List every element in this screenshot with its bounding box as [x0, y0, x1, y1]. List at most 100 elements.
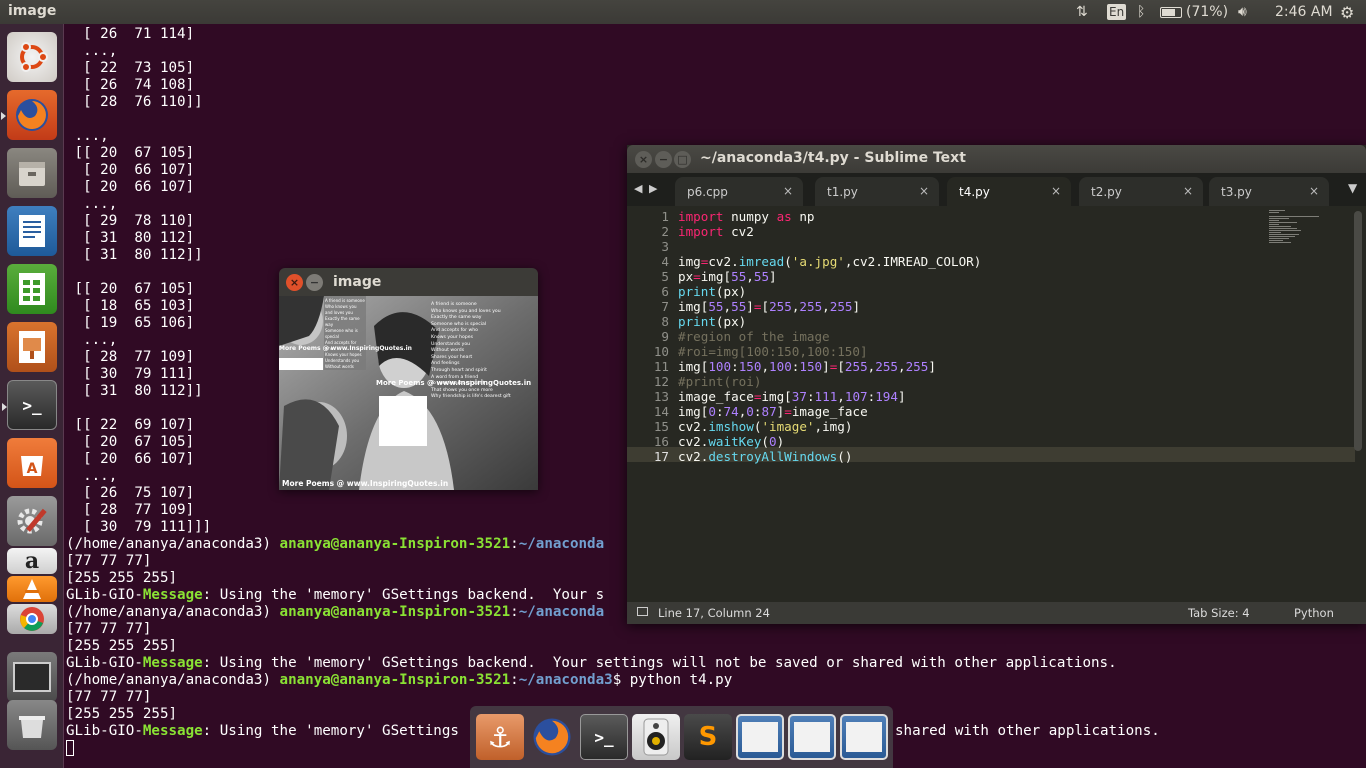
firefox-icon[interactable] [528, 714, 576, 760]
sublime-titlebar[interactable]: × − □ ~/anaconda3/t4.py - Sublime Text [627, 145, 1366, 173]
chrome-icon[interactable] [7, 604, 57, 634]
tab-t1-py[interactable]: t1.py × [815, 177, 939, 206]
code-line[interactable]: img[55,55]=[255,255,255] [678, 299, 860, 314]
tab-scroll-left-icon[interactable]: ◀ [634, 182, 642, 195]
tab-t2-py[interactable]: t2.py × [1079, 177, 1203, 206]
code-line[interactable]: cv2.waitKey(0) [678, 434, 784, 449]
tab-size-selector[interactable]: Tab Size: 4 [1188, 606, 1250, 620]
code-line[interactable]: import numpy as np [678, 209, 815, 224]
console-toggle-icon[interactable] [637, 607, 648, 616]
syntax-selector[interactable]: Python [1294, 606, 1334, 620]
line-number: 15 [653, 419, 669, 434]
code-line[interactable]: #print(roi) [678, 374, 761, 389]
calc-icon[interactable] [7, 264, 57, 314]
tab-t3-py[interactable]: t3.py × [1209, 177, 1329, 206]
close-icon[interactable]: × [635, 151, 652, 168]
tab-close-icon[interactable]: × [783, 184, 793, 198]
clock[interactable]: 2:46 AM [1275, 3, 1333, 21]
code-line[interactable]: px=img[55,55] [678, 269, 777, 284]
window-thumbnail-icon[interactable] [840, 714, 888, 760]
bluetooth-icon[interactable]: ᛒ [1137, 3, 1145, 21]
anchor-app-icon[interactable]: ⚓ [476, 714, 524, 760]
vertical-scrollbar[interactable] [1354, 211, 1362, 451]
tab-t4-py[interactable]: t4.py × [947, 177, 1071, 206]
line-number: 17 [653, 449, 669, 464]
terminal-icon[interactable]: >_ [580, 714, 628, 760]
dash-home-icon[interactable] [7, 32, 57, 82]
battery-indicator[interactable]: (71%) [1160, 3, 1228, 21]
minimize-icon[interactable]: − [655, 151, 672, 168]
trash-icon[interactable] [7, 700, 57, 750]
tab-close-icon[interactable]: × [1051, 184, 1061, 198]
top-panel: image ⇅ En ᛒ (71%) 🔊︎ 2:46 AM ⚙ [0, 0, 1366, 24]
code-line[interactable]: img[100:150,100:150]=[255,255,255] [678, 359, 936, 374]
minimap[interactable] [1267, 209, 1347, 249]
code-line[interactable]: #roi=img[100:150,100:150] [678, 344, 868, 359]
terminal-line: [ 31 80 112]] [66, 247, 203, 263]
terminal-line: [ 26 74 108] [66, 77, 195, 93]
terminal-line: [ 28 77 109] [66, 502, 195, 518]
terminal-line: [ 20 67 105] [66, 434, 195, 450]
line-number: 10 [653, 344, 669, 359]
line-number-gutter: 1 2 3 4 5 6 7 8 9 10 11 12 13 14 15 16 17 [627, 207, 673, 602]
poem-line: Through heart and spirit [431, 367, 487, 373]
code-line[interactable]: image_face=img[37:111,107:194] [678, 389, 906, 404]
firefox-icon[interactable] [1, 90, 57, 140]
sublime-text-window[interactable]: × − □ ~/anaconda3/t4.py - Sublime Text ◀… [627, 145, 1366, 624]
software-center-icon[interactable]: A [7, 438, 57, 488]
system-settings-icon[interactable] [7, 496, 57, 546]
code-line[interactable]: print(px) [678, 314, 746, 329]
app-switcher: ⚓ >_ S [470, 706, 893, 768]
code-line[interactable]: #region of the image [678, 329, 830, 344]
terminal-line: [[ 20 67 105] [66, 145, 195, 161]
maximize-icon[interactable]: □ [674, 151, 691, 168]
impress-icon[interactable] [7, 322, 57, 372]
tab-close-icon[interactable]: × [1309, 184, 1319, 198]
terminal-launcher-icon[interactable]: >_ [2, 380, 57, 430]
settings-gear-icon[interactable]: ⚙ [1340, 3, 1354, 22]
line-number: 1 [661, 209, 669, 224]
code-line[interactable]: img[0:74,0:87]=image_face [678, 404, 868, 419]
image-window-titlebar[interactable]: × − image [279, 268, 538, 296]
code-line[interactable]: cv2.destroyAllWindows() [678, 449, 852, 464]
workspace-switcher-icon[interactable] [7, 652, 57, 702]
photo-caption: More Poems @ www.InspiringQuotes.in [376, 379, 532, 387]
amazon-icon[interactable]: a [7, 548, 57, 574]
keyboard-layout-indicator[interactable]: En [1107, 3, 1127, 21]
line-number: 8 [661, 314, 669, 329]
close-icon[interactable]: × [286, 274, 303, 291]
window-thumbnail-icon[interactable] [736, 714, 784, 760]
writer-icon[interactable] [7, 206, 57, 256]
terminal-line: [ 20 66 107] [66, 162, 195, 178]
code-line[interactable]: import cv2 [678, 224, 754, 239]
terminal-line: [ 19 65 106] [66, 315, 195, 331]
volume-icon[interactable]: 🔊︎ [1238, 3, 1247, 21]
window-thumbnail-icon[interactable] [788, 714, 836, 760]
poem-line: Exactly the same way [325, 316, 360, 327]
speaker-app-icon[interactable] [632, 714, 680, 760]
tab-list-dropdown-icon[interactable]: ▼ [1348, 181, 1357, 195]
vlc-icon[interactable] [7, 576, 57, 602]
sublime-text-icon[interactable]: S [684, 714, 732, 760]
tab-scroll-right-icon[interactable]: ▶ [649, 182, 657, 195]
image-window[interactable]: × − image A friend is someone Who knows y… [279, 268, 538, 490]
svg-text:A: A [27, 461, 38, 477]
photo-caption: More Poems @ www.InspiringQuotes.in [282, 479, 449, 488]
terminal-line: [ 20 66 107] [66, 451, 195, 467]
terminal-line: [ 28 76 110]] [66, 94, 203, 110]
terminal-glib-message: GLib-GIO-Message: Using the 'memory' GSe… [66, 587, 605, 603]
poem-line: Without words [431, 348, 465, 354]
tab-close-icon[interactable]: × [919, 184, 929, 198]
terminal-prompt: (/home/ananya/anaconda3) ananya@ananya-I… [66, 672, 733, 688]
files-icon[interactable] [7, 148, 57, 198]
code-line[interactable]: img=cv2.imread('a.jpg',cv2.IMREAD_COLOR) [678, 254, 981, 269]
terminal-prompt: (/home/ananya/anaconda3) ananya@ananya-I… [66, 536, 605, 552]
code-line[interactable]: print(px) [678, 284, 746, 299]
terminal-output-line: [77 77 77] [66, 689, 152, 705]
code-line[interactable]: cv2.imshow('image',img) [678, 419, 852, 434]
network-transfer-icon[interactable]: ⇅ [1076, 3, 1088, 21]
tab-close-icon[interactable]: × [1183, 184, 1193, 198]
minimize-icon[interactable]: − [306, 274, 323, 291]
code-editor[interactable]: import numpy as np import cv2 img=cv2.imre… [678, 207, 1278, 602]
tab-p6-cpp[interactable]: p6.cpp × [675, 177, 803, 206]
